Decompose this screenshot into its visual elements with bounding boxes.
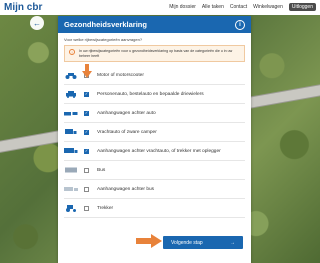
checkbox-car-trailer[interactable]	[84, 110, 89, 116]
notice-text: In uw rijbewijscategorieën voor u gezond…	[79, 49, 233, 58]
info-icon[interactable]: i	[235, 19, 245, 30]
next-step-button[interactable]: Volgende stap →	[163, 236, 243, 249]
bus-icon	[64, 165, 78, 175]
warning-icon: !	[69, 49, 75, 55]
category-label: Trekker	[97, 205, 114, 211]
orange-arrow-down-icon	[82, 64, 92, 78]
main-nav: Mijn dossier Alle taken Contact Winkelwa…	[169, 3, 316, 11]
car-icon	[64, 89, 78, 99]
nav-winkelwagen[interactable]: Winkelwagen	[253, 4, 283, 10]
truck-trailer-icon	[64, 146, 78, 156]
arrow-right-icon: →	[230, 239, 235, 246]
modal-header: Gezondheidsverklaring i	[58, 16, 251, 33]
category-label: Bus	[97, 167, 106, 173]
logout-button[interactable]: Uitloggen	[288, 3, 316, 11]
category-row-truck[interactable]: Vrachtauto of zware camper	[64, 123, 245, 143]
top-navigation-bar: Mijn cbr Mijn dossier Alle taken Contact…	[0, 0, 320, 15]
category-label: Motor of motorscooter	[97, 72, 144, 78]
motorcycle-icon	[64, 70, 78, 80]
category-row-tractor[interactable]: Trekker	[64, 199, 245, 219]
checkbox-tractor[interactable]	[84, 205, 89, 211]
back-button[interactable]: ←	[30, 16, 44, 30]
car-trailer-icon	[64, 108, 78, 118]
checkbox-truck[interactable]	[84, 129, 89, 135]
checkbox-bus[interactable]	[84, 167, 89, 173]
info-notice: ! In uw rijbewijscategorieën voor u gezo…	[64, 45, 245, 63]
checkbox-truck-trailer[interactable]	[84, 148, 89, 154]
checkbox-car[interactable]	[84, 91, 89, 97]
orange-arrow-right-icon	[136, 234, 162, 248]
modal-title: Gezondheidsverklaring	[64, 20, 147, 29]
next-step-label: Volgende stap	[171, 239, 203, 246]
category-label: Personenauto, bestelauto en bepaalde dri…	[97, 91, 204, 97]
nav-mijn-dossier[interactable]: Mijn dossier	[169, 4, 196, 10]
bus-trailer-icon	[64, 184, 78, 194]
category-row-bus-trailer[interactable]: Aanhangwagen achter bus	[64, 180, 245, 200]
truck-icon	[64, 127, 78, 137]
arrow-left-icon: ←	[33, 18, 41, 28]
checkbox-bus-trailer[interactable]	[84, 186, 89, 192]
mijn-cbr-logo[interactable]: Mijn cbr	[4, 2, 42, 13]
nav-alle-taken[interactable]: Alle taken	[202, 4, 224, 10]
category-label: Aanhangwagen achter auto	[97, 110, 156, 116]
category-label: Vrachtauto of zware camper	[97, 129, 157, 135]
category-row-car[interactable]: Personenauto, bestelauto en bepaalde dri…	[64, 85, 245, 105]
category-row-truck-trailer[interactable]: Aanhangwagen achter vrachtauto, of trekk…	[64, 142, 245, 162]
tractor-icon	[64, 203, 78, 213]
category-label: Aanhangwagen achter bus	[97, 186, 155, 192]
nav-contact[interactable]: Contact	[230, 4, 247, 10]
category-row-car-trailer[interactable]: Aanhangwagen achter auto	[64, 104, 245, 124]
category-row-bus[interactable]: Bus	[64, 161, 245, 181]
category-label: Aanhangwagen achter vrachtauto, of trekk…	[97, 148, 221, 154]
modal-subtitle: Voor welke rijbewijscategorieën aanvrage…	[64, 37, 143, 42]
health-declaration-modal: Gezondheidsverklaring i Voor welke rijbe…	[58, 16, 251, 263]
